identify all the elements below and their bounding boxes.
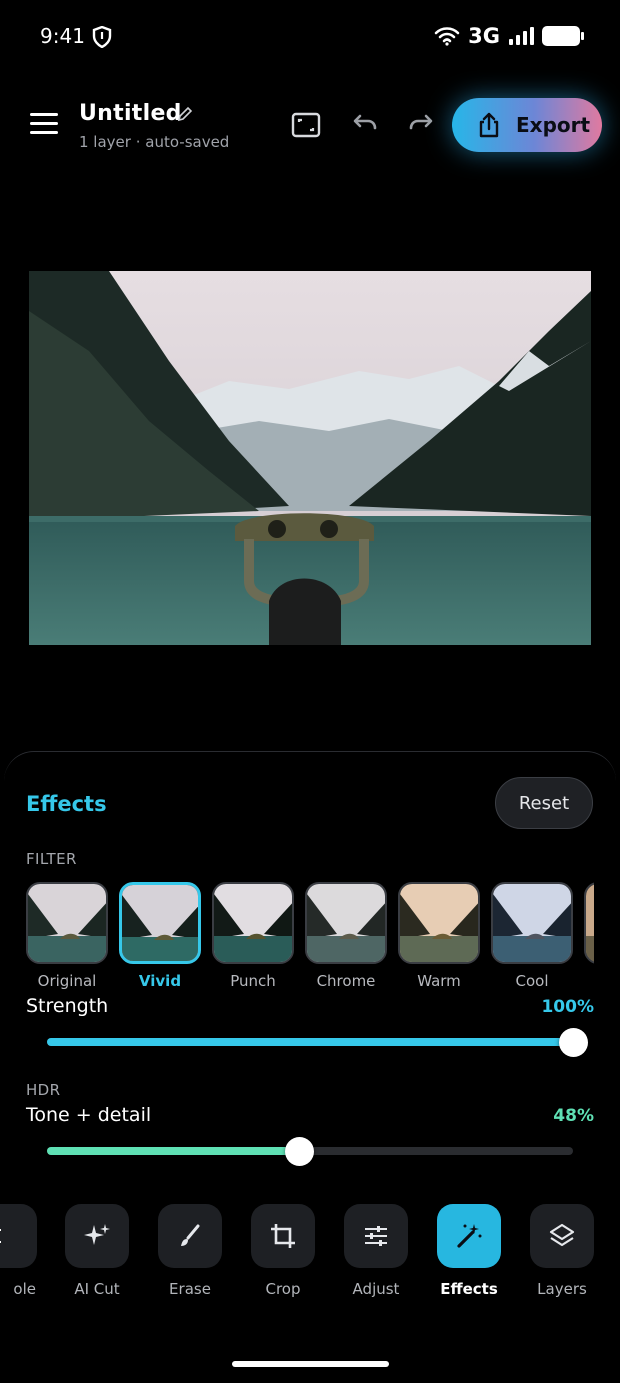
filter-original[interactable]: Original xyxy=(26,882,108,990)
status-time: 9:41 xyxy=(40,24,85,48)
strength-label: Strength xyxy=(26,995,109,1017)
wifi-icon xyxy=(434,27,460,46)
effects-panel: Effects Reset FILTER Original Vivid Punc… xyxy=(4,751,616,1191)
photo-canvas[interactable] xyxy=(29,271,591,645)
filter-thumbnail xyxy=(119,882,201,964)
tone-label: Tone + detail xyxy=(26,1104,152,1126)
document-title[interactable]: Untitled xyxy=(79,101,182,126)
hdr-section-label: HDR xyxy=(26,1081,61,1099)
tool-adjust[interactable]: Adjust xyxy=(341,1204,411,1298)
landscape-photo xyxy=(29,271,591,645)
tone-value: 48% xyxy=(553,1106,594,1126)
sparkle-icon xyxy=(65,1204,129,1268)
document-subtitle: 1 layer · auto-saved xyxy=(79,133,230,151)
filter-strip[interactable]: Original Vivid Punch Chrome Warm Cool xyxy=(26,882,594,992)
filter-punch[interactable]: Punch xyxy=(212,882,294,990)
filter-next-partial[interactable] xyxy=(584,882,594,964)
magic-wand-icon xyxy=(437,1204,501,1268)
editor-header: Untitled 1 layer · auto-saved Export xyxy=(0,95,620,159)
home-indicator[interactable] xyxy=(232,1361,389,1367)
tool-erase[interactable]: Erase xyxy=(155,1204,225,1298)
filter-thumbnail xyxy=(398,882,480,964)
pencil-icon[interactable] xyxy=(176,105,194,123)
filter-cool[interactable]: Cool xyxy=(491,882,573,990)
network-type: 3G xyxy=(468,24,500,48)
filter-section-label: FILTER xyxy=(26,850,77,868)
tool-bar: ole AI Cut Erase Crop Adjust Effects Lay… xyxy=(0,1204,620,1304)
share-icon xyxy=(479,112,499,138)
tone-slider-handle[interactable] xyxy=(285,1137,315,1166)
strength-slider[interactable] xyxy=(47,1028,588,1057)
crop-icon xyxy=(251,1204,315,1268)
filter-warm[interactable]: Warm xyxy=(398,882,480,990)
fit-screen-icon[interactable] xyxy=(290,109,322,141)
filter-thumbnail xyxy=(212,882,294,964)
filter-thumbnail xyxy=(584,882,594,964)
redo-icon[interactable] xyxy=(406,109,438,141)
tool-ai-cut[interactable]: AI Cut xyxy=(62,1204,132,1298)
tool-crop[interactable]: Crop xyxy=(248,1204,318,1298)
layers-icon xyxy=(530,1204,594,1268)
strength-value: 100% xyxy=(541,997,594,1017)
tool-partial[interactable]: ole xyxy=(0,1204,40,1298)
filter-thumbnail xyxy=(491,882,573,964)
filter-vivid[interactable]: Vivid xyxy=(119,882,201,990)
filter-thumbnail xyxy=(305,882,387,964)
battery-icon xyxy=(542,26,584,46)
export-label: Export xyxy=(516,113,591,137)
shield-icon xyxy=(92,26,112,48)
filter-chrome[interactable]: Chrome xyxy=(305,882,387,990)
tool-effects[interactable]: Effects xyxy=(434,1204,504,1298)
tool-layers[interactable]: Layers xyxy=(527,1204,597,1298)
status-bar: 9:41 3G xyxy=(0,0,620,76)
panel-title: Effects xyxy=(26,792,107,816)
undo-icon[interactable] xyxy=(348,109,380,141)
export-button[interactable]: Export xyxy=(452,98,602,152)
menu-icon[interactable] xyxy=(30,113,58,135)
reset-button[interactable]: Reset xyxy=(495,777,593,829)
strength-slider-fill xyxy=(47,1038,573,1046)
partial-icon xyxy=(0,1204,37,1268)
filter-thumbnail xyxy=(26,882,108,964)
sliders-icon xyxy=(344,1204,408,1268)
tone-slider-fill xyxy=(47,1147,300,1155)
strength-slider-handle[interactable] xyxy=(559,1028,588,1057)
tone-slider[interactable] xyxy=(47,1137,573,1166)
brush-icon xyxy=(158,1204,222,1268)
signal-icon xyxy=(509,27,534,45)
